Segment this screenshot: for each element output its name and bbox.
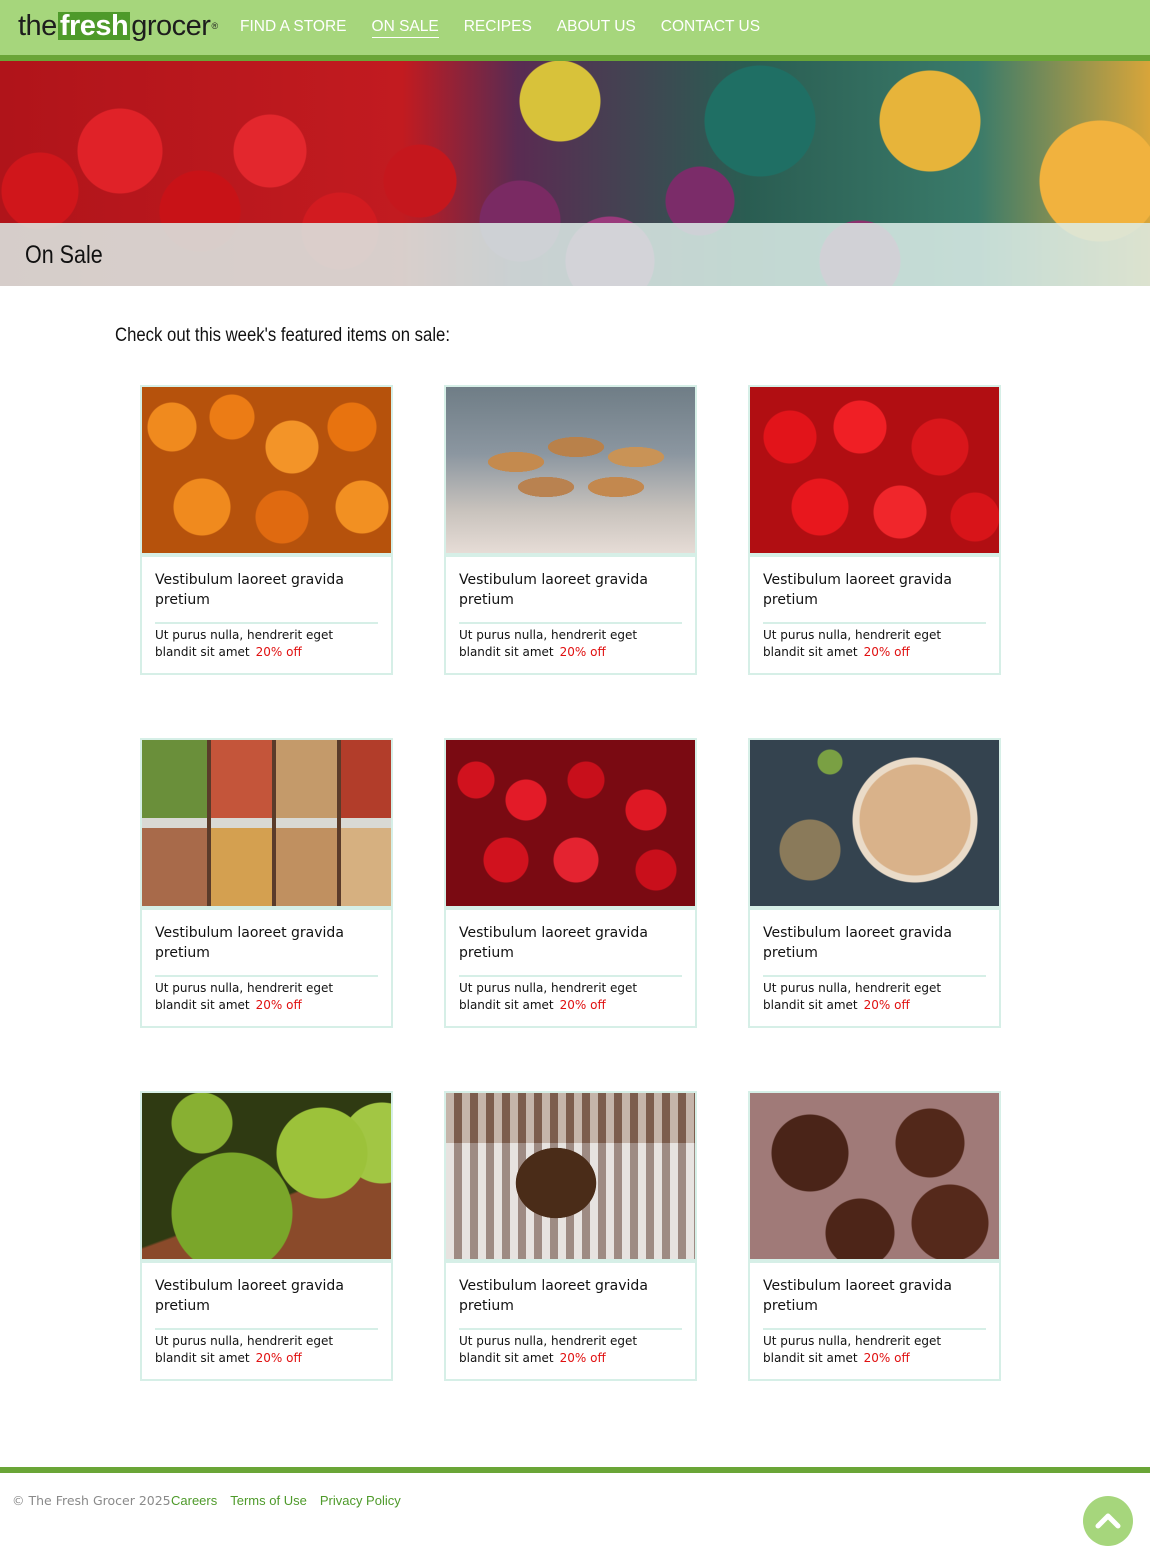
product-description: Ut purus nulla, hendrerit eget blandit s… bbox=[155, 980, 378, 1014]
nav-on-sale[interactable]: ON SALE bbox=[371, 17, 439, 38]
product-title[interactable]: Vestibulum laoreet gravida pretium bbox=[763, 1276, 986, 1330]
registered-mark: ® bbox=[211, 21, 218, 31]
discount-label: 20% off bbox=[863, 645, 910, 659]
product-desc-text: Ut purus nulla, hendrerit eget blandit s… bbox=[763, 1334, 942, 1365]
discount-label: 20% off bbox=[255, 998, 302, 1012]
copyright: © The Fresh Grocer 2025 bbox=[12, 1493, 171, 1508]
discount-label: 20% off bbox=[559, 1351, 606, 1365]
nav-contact-us[interactable]: CONTACT US bbox=[661, 17, 760, 38]
chevron-up-icon bbox=[1095, 1513, 1121, 1529]
product-image-croissants[interactable] bbox=[446, 387, 695, 557]
product-desc-text: Ut purus nulla, hendrerit eget blandit s… bbox=[459, 1334, 638, 1365]
nav-find-a-store[interactable]: FIND A STORE bbox=[240, 17, 347, 38]
product-card[interactable]: Vestibulum laoreet gravida pretium Ut pu… bbox=[140, 1091, 393, 1381]
product-desc-text: Ut purus nulla, hendrerit eget blandit s… bbox=[763, 981, 942, 1012]
product-description: Ut purus nulla, hendrerit eget blandit s… bbox=[459, 627, 682, 661]
intro-text: Check out this week's featured items on … bbox=[115, 325, 450, 346]
product-card[interactable]: Vestibulum laoreet gravida pretium Ut pu… bbox=[748, 1091, 1001, 1381]
product-card[interactable]: Vestibulum laoreet gravida pretium Ut pu… bbox=[444, 385, 697, 675]
discount-label: 20% off bbox=[863, 1351, 910, 1365]
product-card[interactable]: Vestibulum laoreet gravida pretium Ut pu… bbox=[444, 1091, 697, 1381]
logo-prefix: the bbox=[18, 10, 57, 42]
logo-highlight: fresh bbox=[57, 10, 131, 42]
product-title[interactable]: Vestibulum laoreet gravida pretium bbox=[459, 1276, 682, 1330]
footer-link-careers[interactable]: Careers bbox=[171, 1493, 217, 1509]
product-card[interactable]: Vestibulum laoreet gravida pretium Ut pu… bbox=[444, 738, 697, 1028]
back-to-top-button[interactable] bbox=[1083, 1496, 1133, 1546]
product-image-strawberries[interactable] bbox=[446, 740, 695, 910]
page-title: On Sale bbox=[25, 241, 103, 269]
discount-label: 20% off bbox=[255, 1351, 302, 1365]
site-footer: © The Fresh Grocer 2025 Careers Terms of… bbox=[0, 1467, 1150, 1564]
product-description: Ut purus nulla, hendrerit eget blandit s… bbox=[763, 1333, 986, 1367]
footer-link-privacy[interactable]: Privacy Policy bbox=[320, 1493, 401, 1509]
product-description: Ut purus nulla, hendrerit eget blandit s… bbox=[155, 627, 378, 661]
product-image-market[interactable] bbox=[142, 740, 391, 910]
product-image-apples[interactable] bbox=[142, 1093, 391, 1263]
discount-label: 20% off bbox=[255, 645, 302, 659]
product-card[interactable]: Vestibulum laoreet gravida pretium Ut pu… bbox=[748, 385, 1001, 675]
discount-label: 20% off bbox=[559, 645, 606, 659]
logo-suffix: grocer bbox=[131, 10, 211, 42]
product-card[interactable]: Vestibulum laoreet gravida pretium Ut pu… bbox=[748, 738, 1001, 1028]
product-desc-text: Ut purus nulla, hendrerit eget blandit s… bbox=[459, 981, 638, 1012]
hero-title-band: On Sale bbox=[0, 223, 1150, 286]
footer-links: Careers Terms of Use Privacy Policy bbox=[171, 1493, 401, 1509]
product-desc-text: Ut purus nulla, hendrerit eget blandit s… bbox=[155, 1334, 334, 1365]
hero-banner: On Sale bbox=[0, 61, 1150, 286]
product-card[interactable]: Vestibulum laoreet gravida pretium Ut pu… bbox=[140, 385, 393, 675]
nav-recipes[interactable]: RECIPES bbox=[464, 17, 532, 38]
product-title[interactable]: Vestibulum laoreet gravida pretium bbox=[763, 570, 986, 624]
discount-label: 20% off bbox=[559, 998, 606, 1012]
product-title[interactable]: Vestibulum laoreet gravida pretium bbox=[459, 570, 682, 624]
product-desc-text: Ut purus nulla, hendrerit eget blandit s… bbox=[459, 628, 638, 659]
product-card[interactable]: Vestibulum laoreet gravida pretium Ut pu… bbox=[140, 738, 393, 1028]
product-title[interactable]: Vestibulum laoreet gravida pretium bbox=[155, 1276, 378, 1330]
product-title[interactable]: Vestibulum laoreet gravida pretium bbox=[763, 923, 986, 977]
product-description: Ut purus nulla, hendrerit eget blandit s… bbox=[763, 627, 986, 661]
product-image-pie[interactable] bbox=[750, 740, 999, 910]
product-image-coffee[interactable] bbox=[446, 1093, 695, 1263]
main-nav: FIND A STORE ON SALE RECIPES ABOUT US CO… bbox=[240, 17, 760, 38]
site-header: the fresh grocer® FIND A STORE ON SALE REC… bbox=[0, 0, 1150, 61]
product-description: Ut purus nulla, hendrerit eget blandit s… bbox=[155, 1333, 378, 1367]
product-desc-text: Ut purus nulla, hendrerit eget blandit s… bbox=[155, 628, 334, 659]
discount-label: 20% off bbox=[863, 998, 910, 1012]
product-description: Ut purus nulla, hendrerit eget blandit s… bbox=[763, 980, 986, 1014]
product-grid: Vestibulum laoreet gravida pretium Ut pu… bbox=[140, 385, 1001, 1381]
nav-about-us[interactable]: ABOUT US bbox=[557, 17, 636, 38]
product-desc-text: Ut purus nulla, hendrerit eget blandit s… bbox=[155, 981, 334, 1012]
logo[interactable]: the fresh grocer® bbox=[18, 8, 218, 44]
footer-link-terms[interactable]: Terms of Use bbox=[230, 1493, 307, 1509]
product-title[interactable]: Vestibulum laoreet gravida pretium bbox=[155, 570, 378, 624]
product-title[interactable]: Vestibulum laoreet gravida pretium bbox=[459, 923, 682, 977]
product-image-tomatoes[interactable] bbox=[750, 387, 999, 557]
product-title[interactable]: Vestibulum laoreet gravida pretium bbox=[155, 923, 378, 977]
product-image-cupcakes[interactable] bbox=[750, 1093, 999, 1263]
product-description: Ut purus nulla, hendrerit eget blandit s… bbox=[459, 980, 682, 1014]
product-description: Ut purus nulla, hendrerit eget blandit s… bbox=[459, 1333, 682, 1367]
product-desc-text: Ut purus nulla, hendrerit eget blandit s… bbox=[763, 628, 942, 659]
product-image-pumpkins[interactable] bbox=[142, 387, 391, 557]
